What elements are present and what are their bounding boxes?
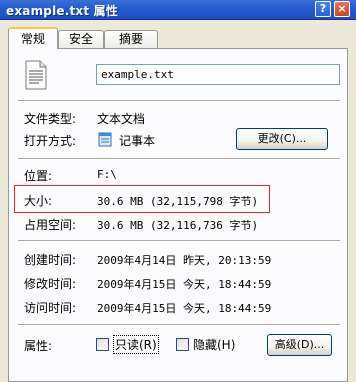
file-name-field[interactable] — [96, 64, 340, 85]
readonly-label[interactable]: 只读(R) — [113, 335, 159, 354]
location-label: 位置: — [24, 169, 53, 183]
attributes-label: 属性: — [24, 339, 53, 353]
divider — [18, 158, 340, 160]
readonly-checkbox[interactable] — [96, 338, 109, 351]
notepad-icon — [98, 132, 112, 147]
divider — [18, 324, 340, 326]
open-with-value: 记事本 — [119, 134, 156, 148]
tab-security[interactable]: 安全 — [58, 30, 104, 48]
accessed-value: 2009年4月15日 今天, 18:44:59 — [97, 302, 272, 315]
location-value: F:\ — [97, 168, 117, 181]
hidden-label[interactable]: 隐藏(H) — [193, 336, 235, 353]
close-button[interactable]: × — [334, 1, 350, 17]
modified-label: 修改时间: — [24, 277, 77, 291]
text-document-icon — [25, 60, 47, 90]
size-on-disk-value: 30.6 MB (32,116,736 字节) — [97, 219, 259, 232]
divider — [18, 240, 340, 242]
change-button[interactable]: 更改(C)... — [236, 128, 328, 150]
created-label: 创建时间: — [24, 253, 77, 267]
file-type-label: 文件类型: — [24, 112, 77, 126]
created-value: 2009年4月14日 昨天, 20:13:59 — [97, 254, 272, 267]
file-type-value: 文本文档 — [97, 112, 146, 126]
size-on-disk-label: 占用空间: — [24, 218, 77, 232]
tab-general[interactable]: 常规 — [8, 27, 58, 49]
open-with-label: 打开方式: — [24, 134, 77, 148]
size-value: 30.6 MB (32,115,798 字节) — [97, 195, 259, 208]
size-label: 大小: — [24, 194, 53, 208]
tab-summary[interactable]: 摘要 — [104, 30, 158, 48]
divider — [18, 100, 340, 102]
modified-value: 2009年4月15日 今天, 18:44:59 — [97, 278, 272, 291]
window-title: example.txt 属性 — [6, 4, 119, 18]
title-bar: example.txt 属性 ? × — [0, 0, 356, 20]
general-panel — [8, 48, 348, 382]
advanced-button[interactable]: 高级(D)... — [267, 334, 332, 356]
help-button[interactable]: ? — [315, 1, 331, 17]
hidden-checkbox[interactable] — [176, 338, 189, 351]
accessed-label: 访问时间: — [24, 301, 77, 315]
